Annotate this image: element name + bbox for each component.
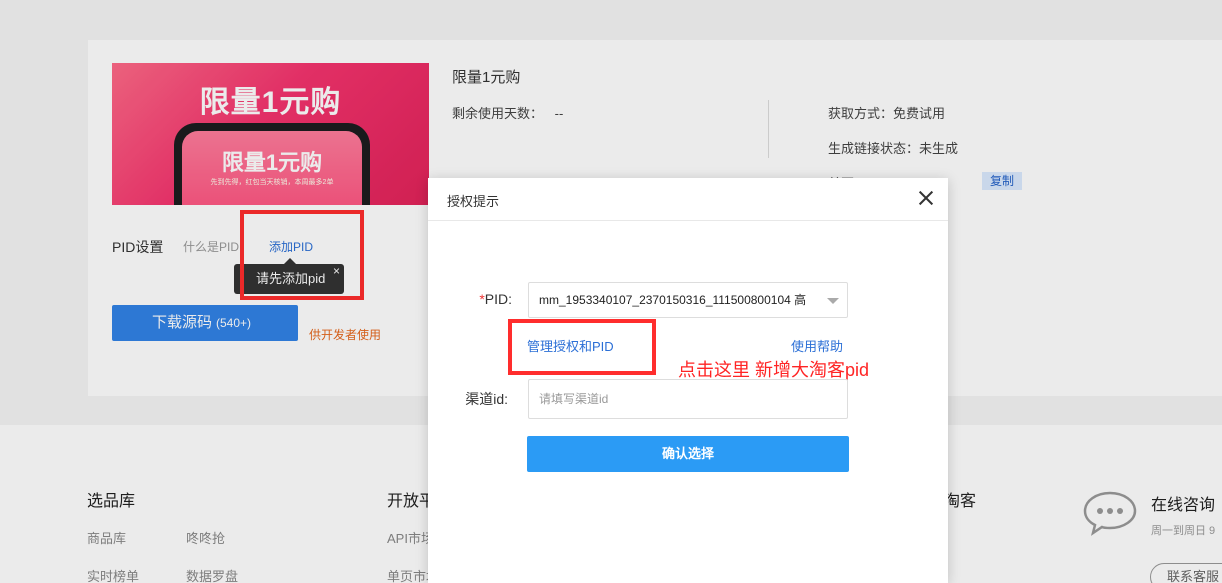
dialog-header: 授权提示 [428, 178, 948, 221]
pid-select[interactable]: mm_1953340107_2370150316_111500800104 高 [528, 282, 848, 318]
usage-help-link[interactable]: 使用帮助 [791, 336, 843, 355]
pid-label-text: PID: [484, 291, 512, 307]
channel-id-label: 渠道id: [465, 391, 508, 407]
channel-id-input[interactable] [528, 379, 848, 419]
authorization-dialog: 授权提示 *PID: mm_1953340107_2370150316_1115… [428, 178, 948, 583]
dialog-title: 授权提示 [447, 194, 500, 209]
close-icon[interactable] [918, 190, 934, 206]
chevron-down-icon [827, 298, 839, 304]
highlight-box-manage-link [508, 319, 656, 375]
confirm-select-button[interactable]: 确认选择 [527, 436, 849, 472]
pid-select-value: mm_1953340107_2370150316_111500800104 高 [539, 293, 807, 307]
pid-field-label: *PID: [472, 291, 512, 307]
